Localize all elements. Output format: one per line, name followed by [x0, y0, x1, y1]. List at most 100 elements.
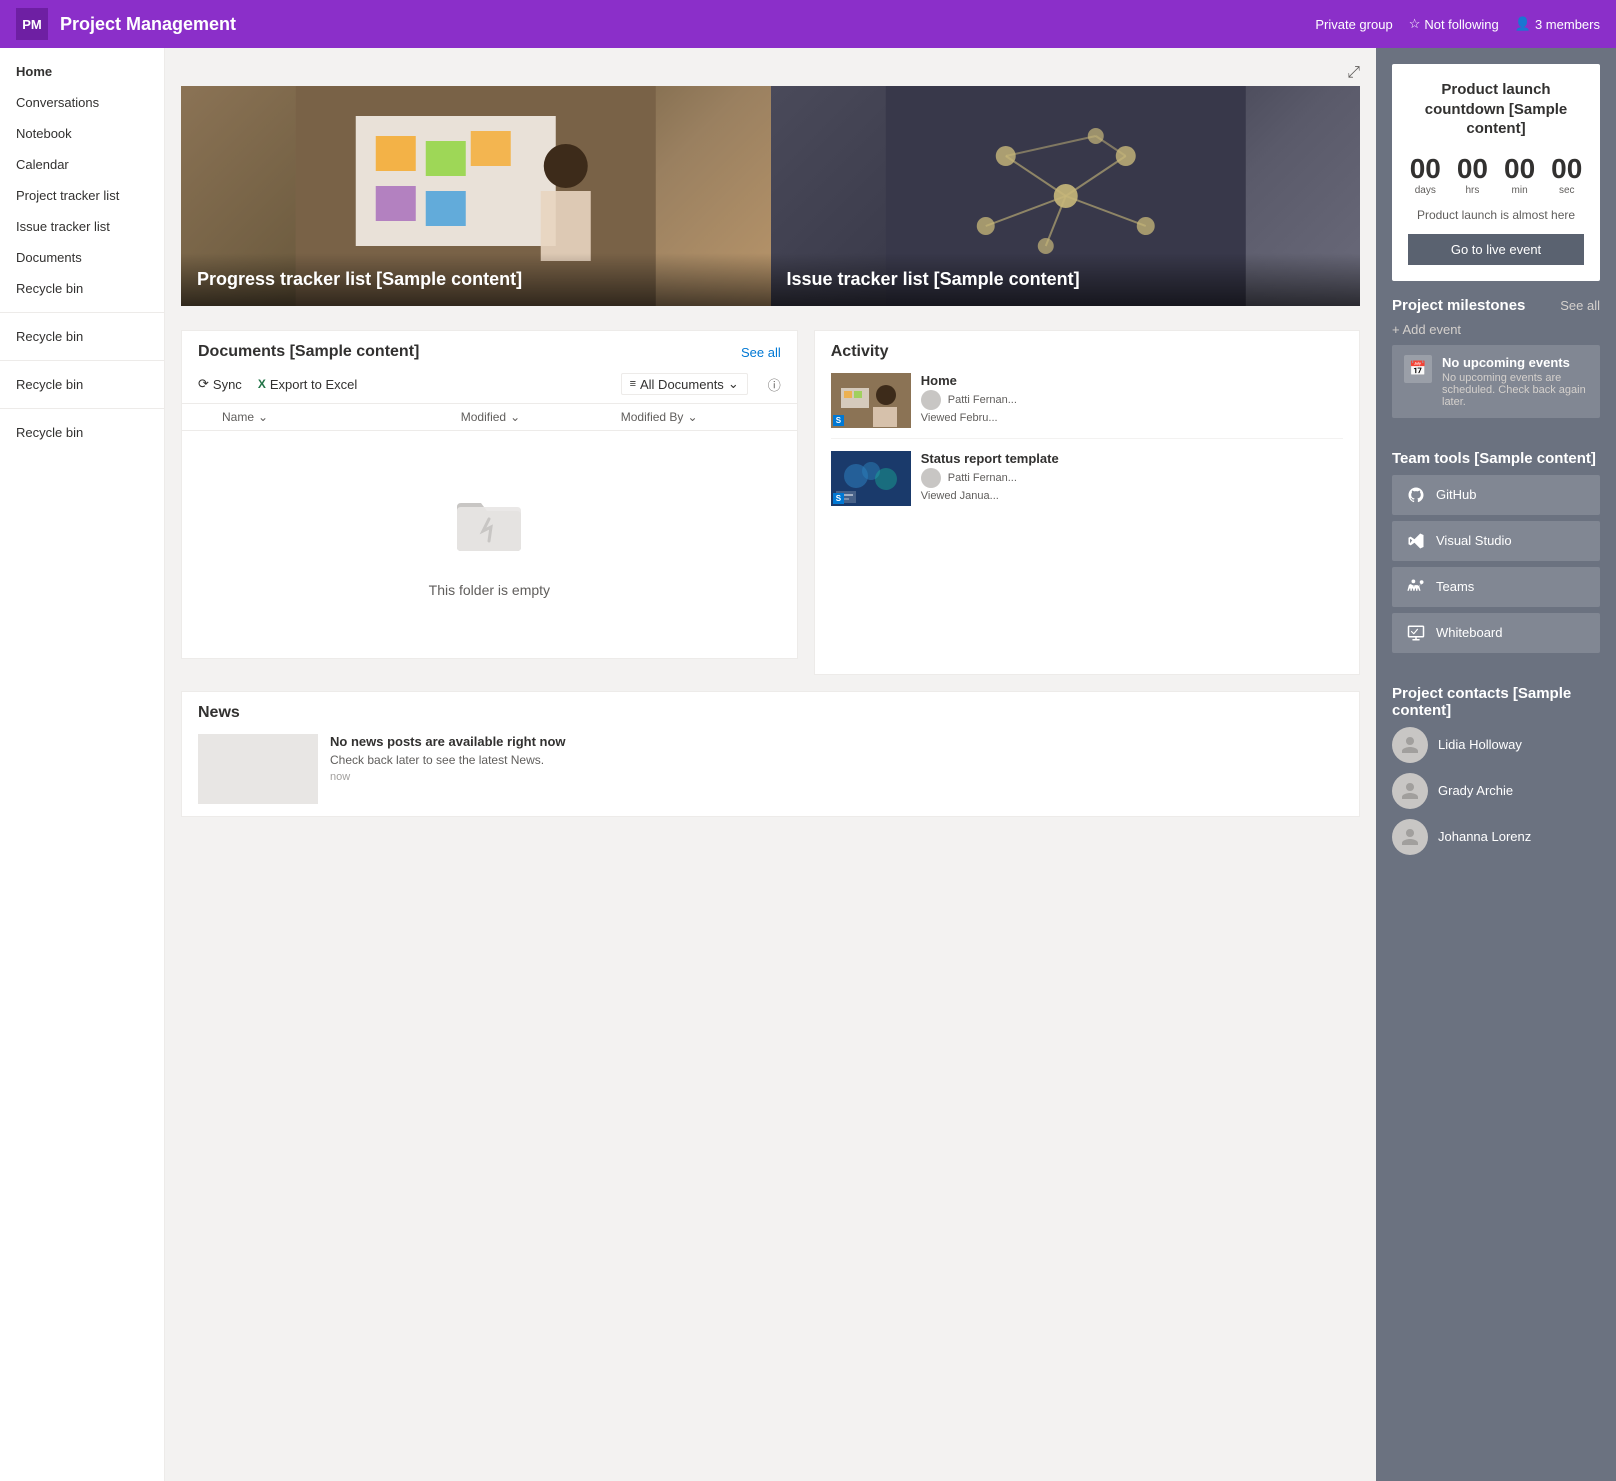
teams-icon [1406, 577, 1426, 597]
teams-label: Teams [1436, 579, 1474, 594]
tool-teams[interactable]: Teams [1392, 567, 1600, 607]
empty-folder-message: This folder is empty [182, 431, 797, 658]
news-item-time: now [330, 771, 1343, 783]
contact-name-johanna: Johanna Lorenz [1438, 829, 1531, 844]
sync-button[interactable]: ⟳ Sync [198, 376, 242, 392]
countdown-min: 00 min [1504, 155, 1535, 196]
countdown-widget: Product launch countdown [Sample content… [1392, 64, 1600, 281]
activity-item-home-user: Patti Fernan... [921, 390, 1343, 410]
tool-visual-studio[interactable]: Visual Studio [1392, 521, 1600, 561]
hero-tile-issue[interactable]: Issue tracker list [Sample content] [771, 86, 1361, 306]
activity-item-home-time: Viewed Febru... [921, 412, 1343, 424]
activity-thumb-home: S S [831, 373, 911, 428]
export-excel-button[interactable]: X Export to Excel [258, 377, 357, 392]
contact-name-grady: Grady Archie [1438, 783, 1513, 798]
activity-info-status: Status report template Patti Fernan... V… [921, 451, 1343, 506]
sidebar-item-notebook[interactable]: Notebook [0, 118, 164, 149]
hero-tile-progress[interactable]: Progress tracker list [Sample content] [181, 86, 771, 306]
members-icon: 👤 [1515, 16, 1531, 32]
contact-avatar-grady [1392, 773, 1428, 809]
doc-name-col[interactable]: Name ⌄ [222, 410, 461, 424]
excel-icon: X [258, 377, 266, 391]
sidebar-item-documents[interactable]: Documents [0, 242, 164, 273]
sidebar-item-recycle-bin-4[interactable]: Recycle bin [0, 417, 164, 448]
filter-chevron-icon: ⌄ [728, 376, 739, 392]
countdown-hrs: 00 hrs [1457, 155, 1488, 196]
milestone-info: No upcoming events No upcoming events ar… [1442, 355, 1588, 408]
sidebar-item-recycle-bin-2[interactable]: Recycle bin [0, 321, 164, 352]
countdown-sec-label: sec [1559, 185, 1575, 196]
milestone-no-events: 📅 No upcoming events No upcoming events … [1392, 345, 1600, 418]
countdown-min-value: 00 [1504, 155, 1535, 183]
calendar-icon: 📅 [1404, 355, 1432, 383]
tool-github[interactable]: GitHub [1392, 475, 1600, 515]
activity-item-home-title: Home [921, 373, 1343, 388]
news-item[interactable]: No news posts are available right now Ch… [198, 734, 1343, 804]
contact-avatar-johanna [1392, 819, 1428, 855]
news-item-title: No news posts are available right now [330, 734, 1343, 749]
contact-avatar-lidia [1392, 727, 1428, 763]
top-bar-actions: Private group ☆ Not following 👤 3 member… [1315, 16, 1600, 32]
expand-icon[interactable]: ⤢ [1347, 64, 1360, 82]
sidebar-item-recycle-bin-3[interactable]: Recycle bin [0, 369, 164, 400]
sidebar-item-issue-tracker[interactable]: Issue tracker list [0, 211, 164, 242]
contact-johanna[interactable]: Johanna Lorenz [1392, 819, 1600, 855]
add-icon: + Add event [1392, 322, 1461, 337]
doc-modified-col[interactable]: Modified ⌄ [461, 410, 621, 424]
activity-section: Activity S [814, 330, 1360, 675]
members-button[interactable]: 👤 3 members [1515, 16, 1600, 32]
countdown-hrs-value: 00 [1457, 155, 1488, 183]
filter-icon: ≡ [630, 378, 636, 390]
sidebar: Home Conversations Notebook Calendar Pro… [0, 48, 165, 1481]
news-section: News No news posts are available right n… [181, 691, 1360, 817]
empty-folder-text: This folder is empty [429, 582, 550, 598]
contact-lidia[interactable]: Lidia Holloway [1392, 727, 1600, 763]
info-icon[interactable]: ⓘ [768, 375, 781, 394]
contact-grady[interactable]: Grady Archie [1392, 773, 1600, 809]
countdown-days: 00 days [1410, 155, 1441, 196]
all-documents-filter[interactable]: ≡ All Documents ⌄ [621, 373, 748, 395]
documents-activity-row: Documents [Sample content] See all ⟳ Syn… [181, 330, 1360, 675]
countdown-sec-value: 00 [1551, 155, 1582, 183]
countdown-min-label: min [1512, 185, 1528, 196]
milestones-title: Project milestones [1392, 297, 1525, 314]
milestones-section: Project milestones See all + Add event 📅… [1392, 297, 1600, 418]
right-sidebar: Product launch countdown [Sample content… [1376, 48, 1616, 1481]
sidebar-item-project-tracker[interactable]: Project tracker list [0, 180, 164, 211]
activity-item-status-time: Viewed Janua... [921, 490, 1343, 502]
news-thumbnail [198, 734, 318, 804]
tool-whiteboard[interactable]: Whiteboard [1392, 613, 1600, 653]
visual-studio-label: Visual Studio [1436, 533, 1512, 548]
sidebar-item-conversations[interactable]: Conversations [0, 87, 164, 118]
documents-section: Documents [Sample content] See all ⟳ Syn… [181, 330, 798, 659]
app-title: Project Management [60, 14, 1315, 35]
documents-header: Documents [Sample content] See all [182, 331, 797, 369]
sidebar-item-home[interactable]: Home [0, 56, 164, 87]
empty-folder-icon [453, 491, 525, 570]
no-events-desc: No upcoming events are scheduled. Check … [1442, 372, 1588, 408]
sidebar-item-calendar[interactable]: Calendar [0, 149, 164, 180]
name-sort-icon: ⌄ [258, 410, 268, 424]
contact-name-lidia: Lidia Holloway [1438, 737, 1522, 752]
modifiedby-sort-icon: ⌄ [687, 410, 697, 424]
milestones-see-all[interactable]: See all [1560, 298, 1600, 313]
activity-item-home[interactable]: S S Home Patti Fernan... Viewed Fe [831, 373, 1343, 439]
countdown-subtitle: Product launch is almost here [1408, 208, 1584, 222]
activity-title: Activity [831, 343, 1343, 361]
documents-see-all[interactable]: See all [741, 345, 781, 360]
go-to-live-event-button[interactable]: Go to live event [1408, 234, 1584, 265]
countdown-days-label: days [1415, 185, 1436, 196]
contacts-title: Project contacts [Sample content] [1392, 685, 1600, 719]
add-event-button[interactable]: + Add event [1392, 322, 1600, 337]
activity-item-status-user: Patti Fernan... [921, 468, 1343, 488]
doc-toolbar: ⟳ Sync X Export to Excel ≡ All Documents [182, 369, 797, 404]
activity-item-status[interactable]: S Status report template Patti Fernan...… [831, 451, 1343, 516]
modified-sort-icon: ⌄ [510, 410, 520, 424]
doc-modifiedby-col[interactable]: Modified By ⌄ [621, 410, 781, 424]
countdown-numbers: 00 days 00 hrs 00 min 00 [1408, 155, 1584, 196]
sidebar-item-recycle-bin-1[interactable]: Recycle bin [0, 273, 164, 304]
following-button[interactable]: ☆ Not following [1409, 16, 1499, 32]
contacts-section: Project contacts [Sample content] Lidia … [1392, 685, 1600, 855]
activity-item-status-title: Status report template [921, 451, 1343, 466]
hero-tiles: Progress tracker list [Sample content] [181, 86, 1360, 306]
